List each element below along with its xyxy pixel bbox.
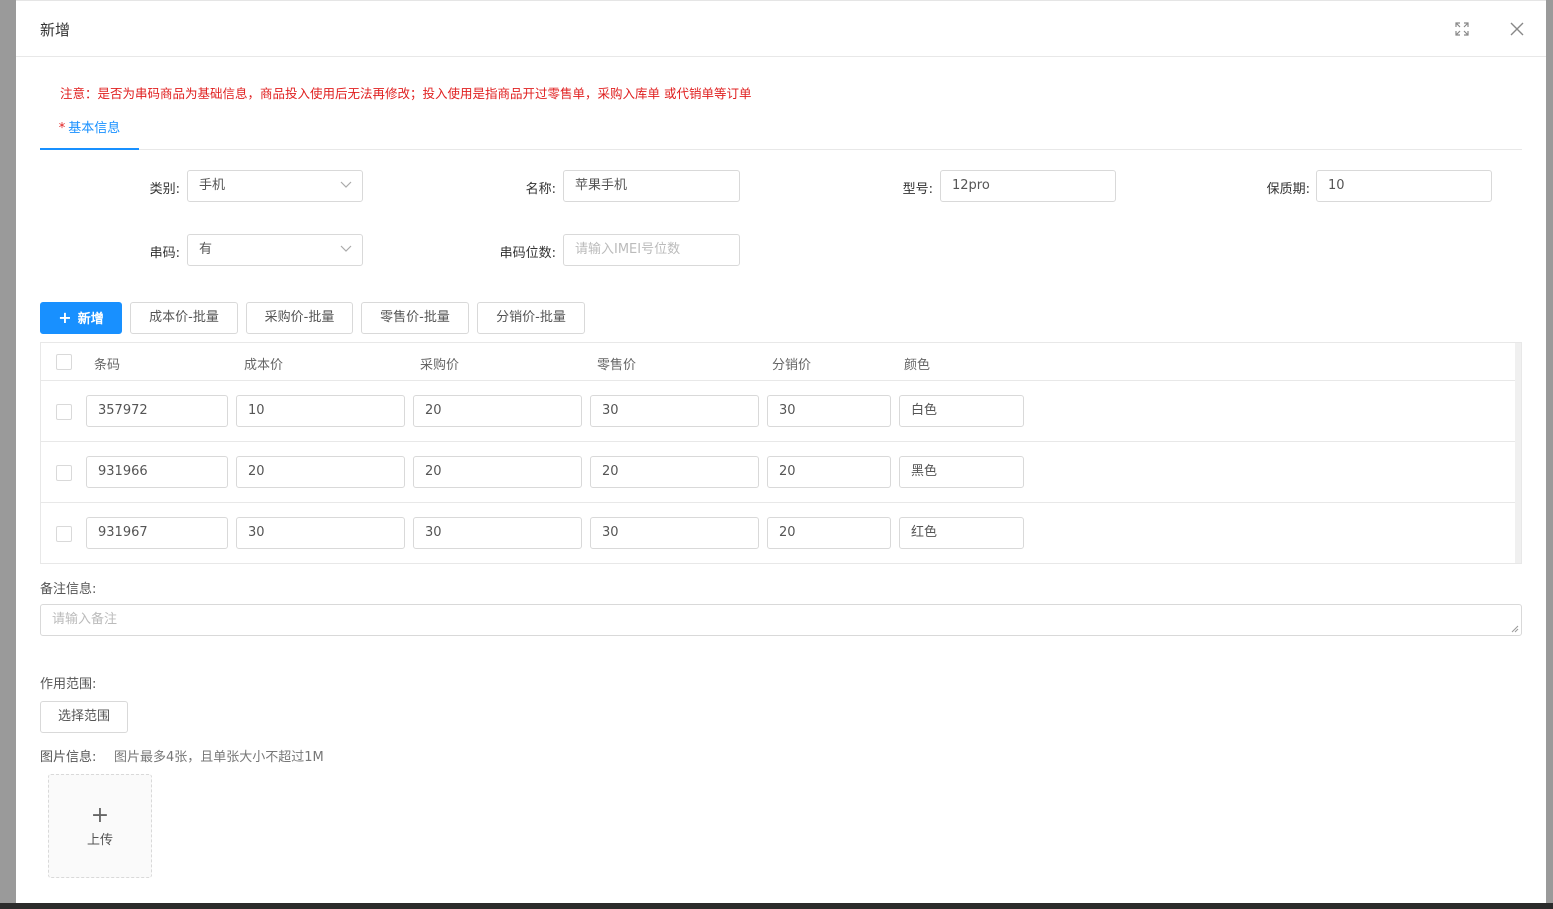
retail-input[interactable]: 20	[590, 456, 759, 488]
column-header: 采购价	[420, 358, 460, 373]
table-row: 931966 20 20 20 20 黑色	[41, 442, 1515, 503]
remark-textarea[interactable]: 请输入备注	[40, 604, 1522, 636]
retail-batch-button[interactable]: 零售价-批量	[361, 302, 469, 334]
purchase-input[interactable]: 20	[413, 456, 582, 488]
sku-table: 条码 成本价 采购价 零售价 分销价 颜色 357972 10 20 30 30…	[40, 342, 1522, 564]
shelf-life-input[interactable]: 10	[1316, 170, 1492, 202]
shelf-life-value: 10	[1328, 178, 1345, 193]
column-header: 零售价	[597, 358, 637, 373]
model-input[interactable]: 12pro	[940, 170, 1116, 202]
tab-label: 基本信息	[68, 121, 121, 136]
purchase-input[interactable]: 20	[413, 395, 582, 427]
required-mark: *	[58, 121, 66, 136]
distribution-input[interactable]: 20	[767, 517, 891, 549]
upload-button[interactable]: + 上传	[48, 774, 152, 878]
barcode-input[interactable]: 931967	[86, 517, 228, 549]
serial-digits-input[interactable]: 请输入IMEI号位数	[563, 234, 740, 266]
cost-input[interactable]: 30	[236, 517, 405, 549]
select-scope-button[interactable]: 选择范围	[40, 701, 128, 733]
chevron-down-icon	[340, 245, 352, 252]
remark-label: 备注信息:	[40, 582, 97, 597]
table-scrollbar[interactable]	[1515, 343, 1521, 563]
retail-input[interactable]: 30	[590, 395, 759, 427]
distribution-input[interactable]: 20	[767, 456, 891, 488]
row-checkbox[interactable]	[56, 526, 72, 542]
serial-digits-label: 串码位数:	[499, 246, 556, 261]
column-header: 颜色	[904, 358, 931, 373]
background-scrollbar	[1546, 0, 1553, 909]
name-label: 名称:	[525, 182, 556, 197]
image-info-label: 图片信息:	[40, 750, 97, 765]
category-value: 手机	[199, 178, 226, 193]
category-select[interactable]: 手机	[187, 170, 363, 202]
chevron-down-icon	[340, 181, 352, 188]
image-hint: 图片最多4张，且单张大小不超过1M	[114, 750, 324, 765]
retail-input[interactable]: 30	[590, 517, 759, 549]
cost-input[interactable]: 20	[236, 456, 405, 488]
tab-basic-info[interactable]: * 基本信息	[40, 113, 139, 150]
barcode-input[interactable]: 931966	[86, 456, 228, 488]
notice-text: 注意：是否为串码商品为基础信息，商品投入使用后无法再修改；投入使用是指商品开过零…	[60, 86, 752, 101]
purchase-batch-button[interactable]: 采购价-批量	[246, 302, 353, 334]
add-row-button[interactable]: + 新增	[40, 302, 122, 334]
resize-grip-icon[interactable]	[1511, 625, 1519, 633]
column-header: 条码	[94, 358, 121, 373]
plus-icon: +	[58, 308, 72, 327]
color-input[interactable]: 黑色	[899, 456, 1024, 488]
row-checkbox[interactable]	[56, 465, 72, 481]
barcode-input[interactable]: 357972	[86, 395, 228, 427]
tab-bar: * 基本信息	[40, 113, 1522, 150]
model-value: 12pro	[952, 178, 990, 193]
cost-input[interactable]: 10	[236, 395, 405, 427]
upload-label: 上传	[86, 833, 113, 848]
background-page	[0, 0, 16, 909]
modal-title: 新增	[40, 21, 71, 39]
name-input[interactable]: 苹果手机	[563, 170, 740, 202]
table-row: 931967 30 30 30 20 红色	[41, 503, 1515, 564]
category-label: 类别:	[149, 182, 180, 197]
color-input[interactable]: 白色	[899, 395, 1024, 427]
table-row: 357972 10 20 30 30 白色	[41, 381, 1515, 442]
serial-select[interactable]: 有	[187, 234, 363, 266]
table-header: 条码 成本价 采购价 零售价 分销价 颜色	[41, 343, 1515, 381]
shelf-life-label: 保质期:	[1266, 182, 1310, 197]
add-row-label: 新增	[77, 312, 104, 327]
column-header: 分销价	[772, 358, 812, 373]
scope-label: 作用范围:	[40, 677, 97, 692]
row-checkbox[interactable]	[56, 404, 72, 420]
model-label: 型号:	[902, 182, 933, 197]
name-value: 苹果手机	[575, 178, 628, 193]
column-header: 成本价	[244, 358, 284, 373]
close-icon[interactable]	[1507, 19, 1527, 39]
remark-placeholder: 请输入备注	[52, 612, 118, 627]
select-all-checkbox[interactable]	[56, 354, 72, 370]
add-product-modal: 新增 注意：是否为串码商品为基础信息，商品投入使用后无法再修改；投入使用是指商品…	[16, 0, 1546, 903]
distribution-batch-button[interactable]: 分销价-批量	[477, 302, 585, 334]
modal-header: 新增	[16, 1, 1546, 57]
background-taskbar	[0, 903, 1553, 909]
distribution-input[interactable]: 30	[767, 395, 891, 427]
cost-batch-button[interactable]: 成本价-批量	[130, 302, 238, 334]
serial-digits-placeholder: 请输入IMEI号位数	[575, 242, 681, 257]
purchase-input[interactable]: 30	[413, 517, 582, 549]
color-input[interactable]: 红色	[899, 517, 1024, 549]
plus-icon: +	[90, 803, 110, 828]
serial-value: 有	[199, 242, 213, 257]
fullscreen-icon[interactable]	[1452, 19, 1472, 39]
serial-label: 串码:	[149, 246, 180, 261]
